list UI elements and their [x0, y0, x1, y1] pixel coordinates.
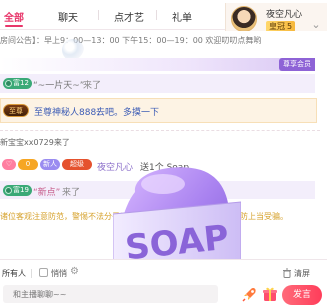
chevron-down-icon[interactable]: ⌄ — [310, 19, 322, 31]
clear-screen-button[interactable]: 清屏 — [294, 268, 310, 279]
host-avatar[interactable] — [231, 6, 257, 32]
chat-input[interactable] — [3, 285, 218, 303]
host-level-label: 皇冠 — [269, 22, 285, 31]
gift-icon[interactable] — [262, 286, 278, 302]
entry-message: 来了 — [83, 81, 102, 91]
message-target-select[interactable]: 所有人 — [2, 268, 26, 279]
vip-entry-bar: 尊享会员 — [0, 58, 315, 71]
royal-badge: 至尊 — [3, 104, 29, 117]
tab-gift-list[interactable]: 礼单 — [172, 9, 192, 24]
super-badge: 超级 — [62, 159, 92, 170]
private-checkbox[interactable] — [39, 268, 48, 277]
user-nickname[interactable]: “新点” — [33, 185, 60, 198]
trash-icon[interactable] — [282, 268, 292, 278]
wealth-level-badge: 富12 — [3, 78, 32, 89]
rocket-icon[interactable] — [242, 286, 258, 302]
heart-icon: ♡ — [2, 159, 16, 170]
tab-talent[interactable]: 点才艺 — [114, 9, 144, 24]
newbie-badge: 新人 — [40, 159, 60, 170]
chat-input-bar: 发言 — [0, 283, 327, 305]
list-item: 富12 “~一片天~” 来了 — [0, 74, 315, 93]
divider — [31, 269, 32, 278]
host-name: 夜空凡心 — [266, 10, 303, 20]
list-item: 至尊 至尊神秘人888： 去吧。多摸一下 — [0, 98, 317, 123]
tab-all[interactable]: 全部 — [4, 9, 24, 24]
active-tab-indicator — [5, 25, 23, 27]
send-button[interactable]: 发言 — [282, 285, 322, 305]
chat-message: 去吧。多摸一下 — [96, 108, 160, 118]
tab-chat[interactable]: 聊天 — [58, 9, 78, 24]
user-nickname[interactable]: 至尊神秘人888： — [34, 105, 105, 118]
private-label: 悄悄 — [51, 269, 67, 278]
vip-member-tag[interactable]: 尊享会员 — [279, 58, 315, 71]
room-notice: 房间公告】：早上9：00—13：00 下午15：00—19：00 欢迎叨叨点舞哟 — [0, 36, 262, 45]
tab-divider — [156, 10, 157, 20]
gear-icon[interactable]: ⚙ — [70, 266, 82, 278]
host-level-number: 5 — [287, 22, 293, 31]
list-item: 新宝宝xx0729来了 — [0, 138, 70, 147]
user-nickname[interactable]: “~一片天~” — [33, 78, 84, 91]
divider — [0, 130, 320, 131]
wealth-level-badge: 富19 — [3, 185, 32, 196]
chat-options-bar: 所有人 悄悄 ⚙ 清屏 — [0, 259, 327, 285]
tab-divider — [98, 10, 99, 20]
entry-message: 来了 — [62, 188, 81, 198]
chat-tab-bar: 全部 聊天 点才艺 礼单 夜空凡心 皇冠 5 ⌄ — [0, 0, 327, 35]
fan-level-badge: 0 — [18, 159, 38, 170]
